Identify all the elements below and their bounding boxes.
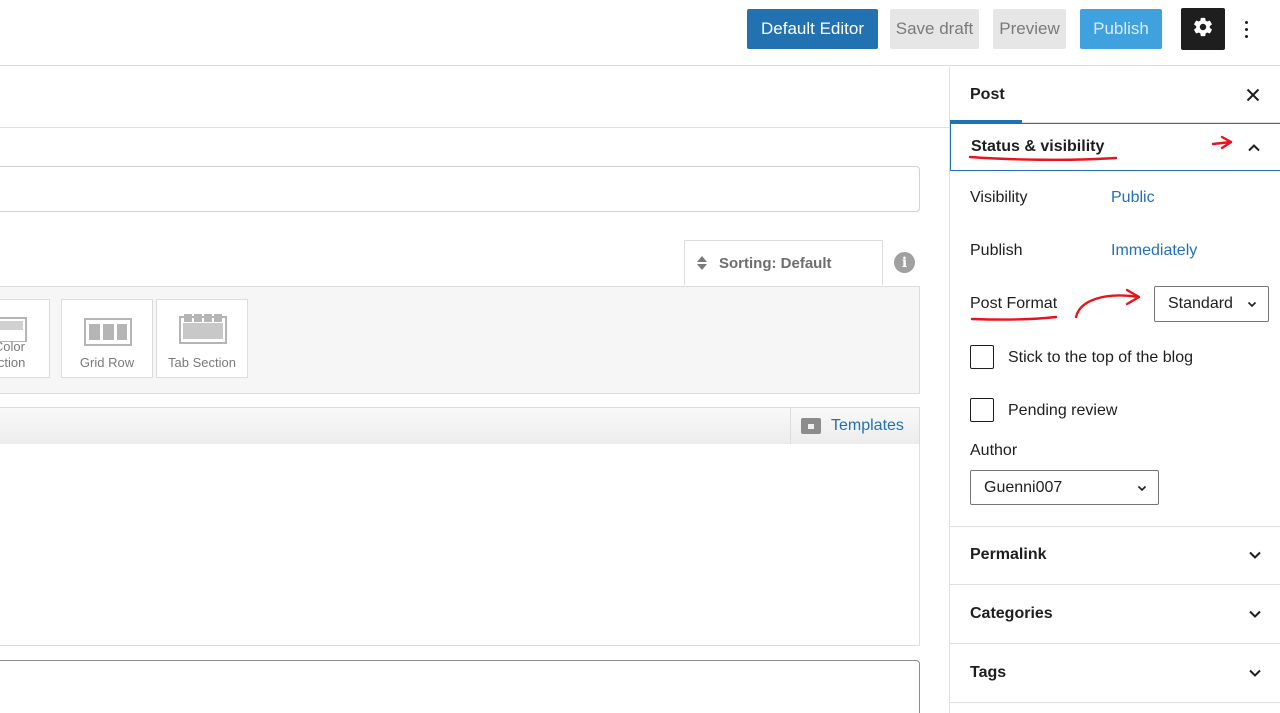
permalink-toggle[interactable]: Permalink <box>950 526 1280 584</box>
chevron-down-icon <box>1247 301 1257 308</box>
visibility-label: Visibility <box>970 189 1028 206</box>
sorting-dropdown[interactable]: Sorting: Default <box>684 240 883 285</box>
gear-icon <box>1192 16 1214 43</box>
post-format-value: Standard <box>1168 295 1233 312</box>
stick-top-label: Stick to the top of the blog <box>1008 349 1194 366</box>
sorting-label: Sorting: Default <box>719 254 832 272</box>
templates-icon <box>801 418 821 434</box>
categories-toggle[interactable]: Categories <box>950 585 1280 643</box>
panel-title: Status & visibility <box>971 138 1105 155</box>
more-options-button[interactable] <box>1234 9 1258 49</box>
chevron-down-icon <box>1249 669 1261 677</box>
visibility-link[interactable]: Public <box>1111 189 1155 207</box>
publish-button[interactable]: Publish <box>1080 9 1162 49</box>
element-color-section[interactable]: Color Section <box>0 299 50 378</box>
chevron-down-icon <box>1249 610 1261 618</box>
element-label: Grid Row <box>79 355 135 370</box>
close-icon <box>1246 88 1260 102</box>
chevron-down-icon <box>1137 485 1147 491</box>
divider <box>0 127 949 128</box>
panel-title: Tags <box>970 664 1007 681</box>
element-grid-row[interactable]: Grid Row <box>61 299 153 378</box>
close-sidebar-button[interactable] <box>1243 85 1263 105</box>
element-tab-section[interactable]: Tab Section <box>156 299 248 378</box>
templates-label: Templates <box>831 417 904 434</box>
stick-top-checkbox[interactable] <box>970 345 994 369</box>
sidebar-tabs: Post <box>950 67 1280 124</box>
publish-label: Publish <box>970 242 1023 259</box>
author-label: Author <box>970 442 1018 459</box>
author-value: Guenni007 <box>984 478 1063 496</box>
elements-panel: Color Section Grid Row Tab Section <box>0 286 920 394</box>
sort-arrows-icon <box>697 256 707 270</box>
grid-row-icon <box>84 318 132 346</box>
editor-toolbar: Default Editor Save draft Preview Publis… <box>0 0 1280 66</box>
chevron-down-icon <box>1249 551 1261 559</box>
title-input[interactable] <box>0 166 920 212</box>
builder-canvas[interactable] <box>0 444 920 646</box>
post-format-label: Post Format <box>970 295 1058 312</box>
element-label: Tab Section <box>168 355 236 370</box>
divider <box>950 702 1280 703</box>
preview-button[interactable]: Preview <box>993 9 1066 49</box>
pending-review-label: Pending review <box>1008 402 1118 419</box>
tab-post[interactable]: Post <box>950 67 1022 124</box>
post-format-select[interactable]: Standard <box>1154 286 1269 322</box>
author-select[interactable]: Guenni007 <box>970 470 1159 505</box>
chevron-up-icon <box>1248 144 1260 152</box>
default-editor-button[interactable]: Default Editor <box>747 9 878 49</box>
editor-canvas: Sorting: Default i Color Section Grid Ro… <box>0 67 949 713</box>
more-vertical-icon <box>1244 20 1248 38</box>
templates-button[interactable]: Templates <box>790 408 919 444</box>
element-label: Color Section <box>0 339 26 370</box>
tab-section-icon <box>179 314 227 344</box>
templates-bar: Templates <box>0 407 920 445</box>
panel-title: Permalink <box>970 546 1047 563</box>
settings-sidebar: Post Status & visibility Visibility Publ… <box>949 67 1280 713</box>
settings-button[interactable] <box>1181 8 1225 50</box>
panel-title: Categories <box>970 605 1053 622</box>
status-visibility-toggle[interactable]: Status & visibility <box>950 123 1280 171</box>
info-icon[interactable]: i <box>894 252 915 273</box>
publish-date-link[interactable]: Immediately <box>1111 242 1197 260</box>
excerpt-input[interactable] <box>0 660 920 713</box>
tags-toggle[interactable]: Tags <box>950 644 1280 702</box>
pending-review-checkbox[interactable] <box>970 398 994 422</box>
save-draft-button[interactable]: Save draft <box>890 9 979 49</box>
